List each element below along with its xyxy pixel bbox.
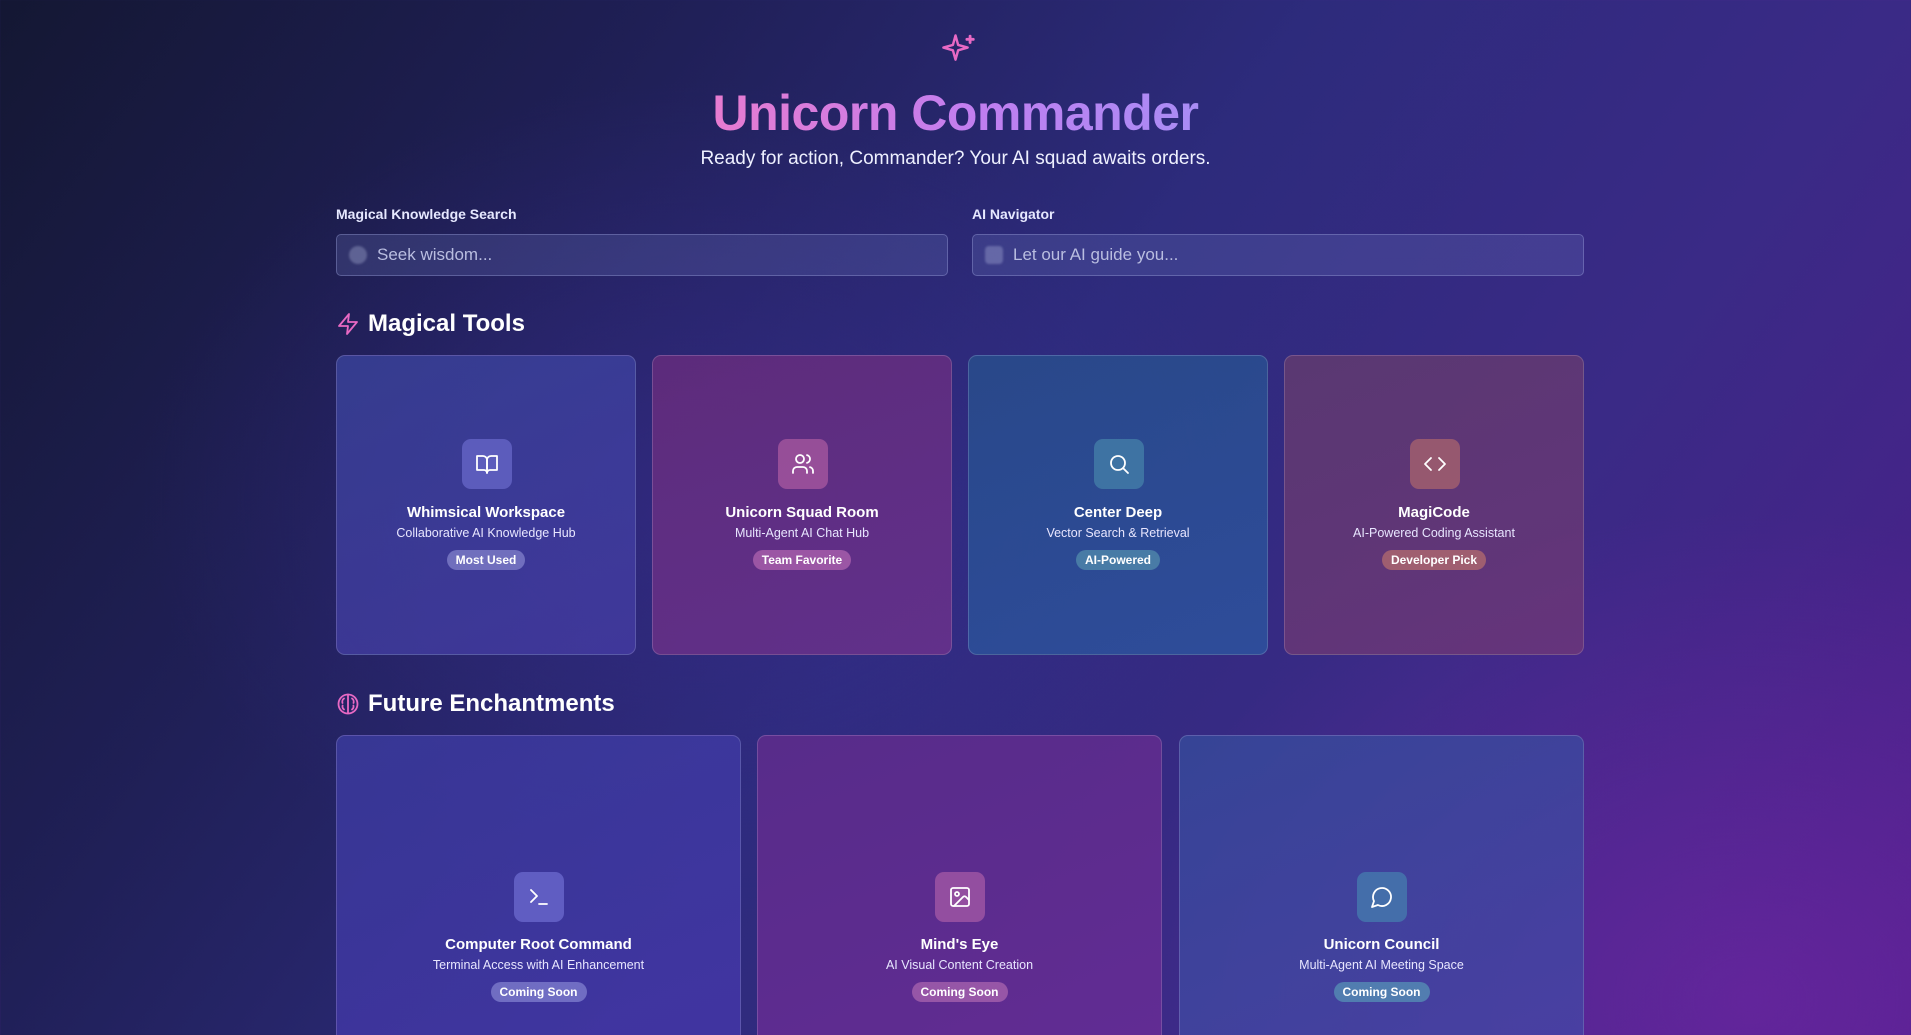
card-badge: Coming Soon: [1333, 982, 1430, 1002]
card-description: Multi-Agent AI Meeting Space: [1299, 958, 1464, 972]
card-badge: AI-Powered: [1075, 550, 1160, 570]
future-card-minds-eye[interactable]: Mind's Eye AI Visual Content Creation Co…: [757, 735, 1162, 1035]
book-icon: [462, 439, 512, 489]
ai-navigator-box[interactable]: [972, 234, 1584, 276]
message-circle-icon: [1357, 872, 1407, 922]
future-card-computer-root-command[interactable]: Computer Root Command Terminal Access wi…: [336, 735, 741, 1035]
app-title: Unicorn Commander: [712, 85, 1199, 141]
magical-tools-heading: Magical Tools: [336, 310, 525, 338]
knowledge-search-box[interactable]: [336, 234, 948, 276]
tool-card-unicorn-squad-room[interactable]: Unicorn Squad Room Multi-Agent AI Chat H…: [652, 355, 952, 655]
sparkles-icon: [942, 34, 975, 61]
card-badge: Most Used: [446, 550, 526, 570]
card-description: Multi-Agent AI Chat Hub: [734, 526, 870, 540]
card-description: Terminal Access with AI Enhancement: [432, 958, 645, 972]
card-name: Center Deep: [1073, 504, 1163, 521]
card-badge: Developer Pick: [1381, 550, 1487, 570]
section-title: Magical Tools: [368, 310, 525, 337]
search-icon: [1094, 439, 1144, 489]
tool-card-center-deep[interactable]: Center Deep Vector Search & Retrieval AI…: [968, 355, 1268, 655]
tool-card-whimsical-workspace[interactable]: Whimsical Workspace Collaborative AI Kno…: [336, 355, 636, 655]
lightning-icon: [338, 313, 358, 335]
navigator-icon: [985, 246, 1003, 264]
knowledge-search-block: Magical Knowledge Search: [336, 206, 948, 276]
card-name: Computer Root Command: [445, 936, 632, 953]
ai-navigator-input[interactable]: [1013, 245, 1573, 265]
users-icon: [778, 439, 828, 489]
card-name: Unicorn Squad Room: [725, 504, 879, 521]
knowledge-search-input[interactable]: [377, 245, 937, 265]
ai-navigator-label: AI Navigator: [972, 206, 1055, 222]
card-name: Whimsical Workspace: [406, 504, 566, 521]
future-card-unicorn-council[interactable]: Unicorn Council Multi-Agent AI Meeting S…: [1179, 735, 1584, 1035]
card-badge: Coming Soon: [911, 982, 1008, 1002]
app-subtitle: Ready for action, Commander? Your AI squ…: [700, 148, 1211, 169]
code-icon: [1410, 439, 1460, 489]
card-name: Mind's Eye: [920, 936, 999, 953]
card-description: AI Visual Content Creation: [885, 958, 1034, 972]
knowledge-search-label: Magical Knowledge Search: [336, 206, 517, 222]
ai-navigator-block: AI Navigator: [972, 206, 1584, 276]
section-title: Future Enchantments: [368, 690, 615, 717]
image-icon: [935, 872, 985, 922]
card-description: AI-Powered Coding Assistant: [1353, 526, 1515, 540]
card-description: Collaborative AI Knowledge Hub: [396, 526, 576, 540]
future-enchantments-heading: Future Enchantments: [336, 690, 615, 718]
card-badge: Coming Soon: [490, 982, 587, 1002]
card-name: Unicorn Council: [1323, 936, 1440, 953]
brain-icon: [337, 693, 359, 715]
card-name: MagiCode: [1398, 504, 1470, 521]
card-badge: Team Favorite: [752, 550, 852, 570]
search-icon: [349, 246, 367, 264]
terminal-icon: [514, 872, 564, 922]
tool-card-magicode[interactable]: MagiCode AI-Powered Coding Assistant Dev…: [1284, 355, 1584, 655]
card-description: Vector Search & Retrieval: [1046, 526, 1190, 540]
